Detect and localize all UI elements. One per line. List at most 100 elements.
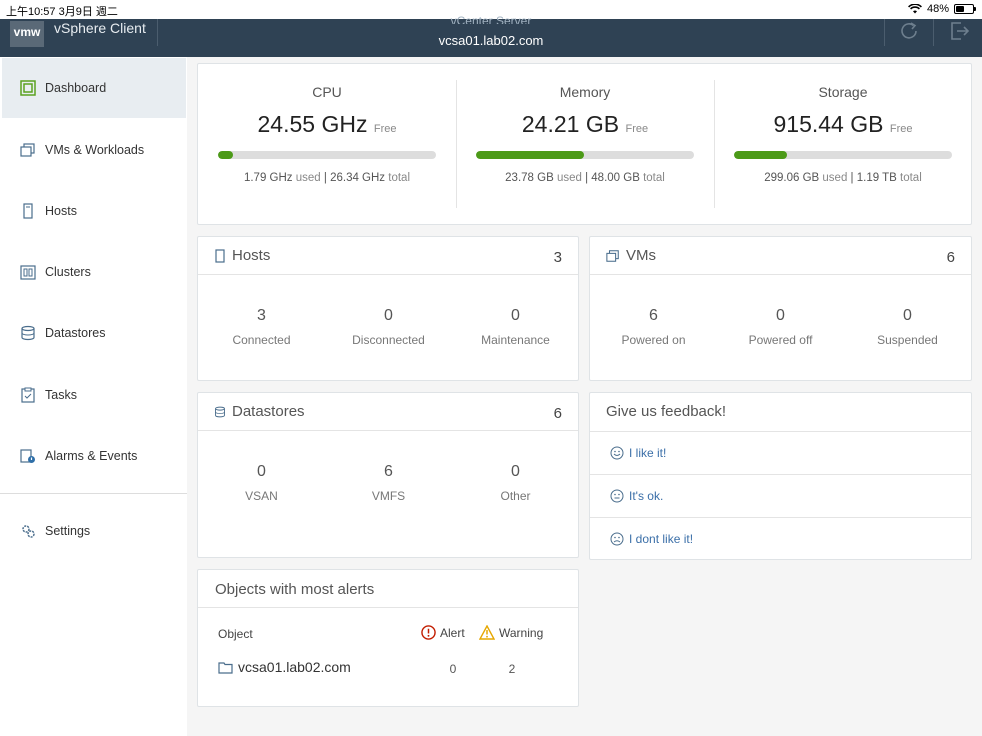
storage-total-value: 1.19 TB — [856, 172, 897, 184]
stat-label: Powered off — [748, 333, 813, 347]
sidebar-item-label: Tasks — [45, 388, 77, 402]
stat-value: 3 — [257, 307, 266, 324]
folder-icon — [218, 661, 233, 674]
column-object: Object — [218, 627, 253, 641]
stat-value: 6 — [384, 463, 393, 480]
vms-suspended-stat: 0 Suspended — [844, 307, 971, 347]
sidebar-item-dashboard[interactable]: Dashboard — [2, 58, 186, 118]
cpu-free-value: 24.55 GHz — [257, 111, 368, 137]
cpu-usage-bar — [218, 151, 436, 159]
cpu-total-label: total — [388, 172, 411, 184]
header-divider — [933, 19, 934, 46]
storage-free-value: 915.44 GB — [773, 111, 884, 137]
server-label: vCenter Server — [450, 14, 532, 24]
storage-resource: Storage 915.44 GB Free 299.06 GB used | … — [714, 64, 972, 224]
stat-label: VMFS — [371, 489, 406, 503]
stat-value: 0 — [511, 463, 520, 480]
vms-title: VMs — [626, 247, 656, 264]
sidebar-item-label: Datastores — [45, 326, 106, 340]
gear-icon — [20, 523, 36, 539]
neutral-face-icon — [610, 489, 624, 503]
memory-free-label: Free — [625, 123, 649, 135]
sidebar-item-settings[interactable]: Settings — [2, 501, 186, 561]
column-warning: Warning — [499, 625, 544, 640]
memory-resource: Memory 24.21 GB Free 23.78 GB used | 48.… — [456, 64, 714, 224]
vms-card[interactable]: VMs 6 6 Powered on 0 Powered off 0 Suspende… — [589, 236, 972, 381]
stat-label: Connected — [232, 333, 291, 347]
hosts-title: Hosts — [232, 247, 271, 264]
feedback-card: Give us feedback! I like it! It's ok. I … — [589, 392, 972, 560]
sidebar-item-tasks[interactable]: Tasks — [2, 365, 186, 425]
memory-usage-fill — [476, 151, 584, 159]
stat-value: 0 — [384, 307, 393, 324]
stat-label: Suspended — [877, 333, 938, 347]
sidebar-item-label: Alarms & Events — [45, 449, 138, 463]
sidebar-item-datastores[interactable]: Datastores — [2, 303, 186, 363]
sidebar-item-alarms-events[interactable]: Alarms & Events — [2, 426, 186, 486]
datastores-vmfs-stat: 6 VMFS — [325, 463, 452, 503]
app-header: vmw vSphere Client vCenter Server vcsa01… — [0, 14, 982, 57]
datastores-card[interactable]: Datastores 6 0 VSAN 6 VMFS 0 Other — [197, 392, 579, 558]
stat-label: Powered on — [621, 333, 686, 347]
sad-face-icon — [610, 532, 624, 546]
vms-powered-off-stat: 0 Powered off — [717, 307, 844, 347]
sidebar-item-hosts[interactable]: Hosts — [2, 181, 186, 241]
logout-icon[interactable] — [944, 19, 974, 43]
feedback-like-option[interactable]: I like it! — [590, 431, 971, 474]
host-icon — [20, 203, 36, 219]
alarm-icon — [20, 448, 36, 464]
vm-icon — [606, 249, 619, 262]
sidebar-item-label: Settings — [45, 524, 91, 538]
resources-card: CPU 24.55 GHz Free 1.79 GHz used | 26.34… — [197, 63, 972, 225]
feedback-dislike-option[interactable]: I dont like it! — [590, 517, 971, 560]
table-row[interactable]: vcsa01.lab02.com — [218, 659, 351, 675]
stat-value: 0 — [903, 307, 912, 324]
storage-used-value: 299.06 GB — [764, 172, 820, 184]
sidebar-item-vms-workloads[interactable]: VMs & Workloads — [2, 120, 186, 180]
cpu-resource: CPU 24.55 GHz Free 1.79 GHz used | 26.34… — [198, 64, 456, 224]
sidebar-item-label: Hosts — [45, 204, 77, 218]
memory-used-label: used — [556, 172, 582, 184]
server-host[interactable]: vcsa01.lab02.com — [0, 33, 982, 48]
alerts-card: Objects with most alerts Object Alert Wa… — [197, 569, 579, 707]
warning-count: 2 — [508, 662, 516, 676]
sidebar-divider — [0, 493, 187, 494]
refresh-icon[interactable] — [894, 19, 924, 43]
sidebar: Dashboard VMs & Workloads Hosts Clusters… — [0, 57, 187, 736]
stat-label: Maintenance — [481, 333, 550, 347]
memory-free-value: 24.21 GB — [521, 111, 620, 137]
stat-value: 0 — [511, 307, 520, 324]
storage-total-label: total — [900, 172, 922, 184]
feedback-ok-option[interactable]: It's ok. — [590, 474, 971, 517]
cpu-free-label: Free — [373, 123, 397, 135]
warning-icon — [479, 625, 495, 640]
datastore-icon — [20, 325, 36, 341]
alert-object-name: vcsa01.lab02.com — [238, 659, 351, 675]
storage-usage-bar — [734, 151, 952, 159]
datastores-title: Datastores — [232, 403, 305, 420]
hosts-card[interactable]: Hosts 3 3 Connected 0 Disconnected 0 Mainte… — [197, 236, 579, 381]
storage-free-label: Free — [889, 123, 913, 135]
feedback-option-label: It's ok. — [629, 489, 664, 503]
memory-total-label: total — [643, 172, 665, 184]
wifi-icon — [908, 4, 922, 14]
memory-used-value: 23.78 GB — [505, 172, 554, 184]
hosts-disconnected-stat: 0 Disconnected — [325, 307, 452, 347]
stat-value: 0 — [257, 463, 266, 480]
alert-icon — [421, 625, 436, 640]
hosts-connected-stat: 3 Connected — [198, 307, 325, 347]
memory-title: Memory — [559, 84, 611, 100]
stat-label: VSAN — [245, 489, 278, 503]
cpu-total-value: 26.34 GHz — [330, 172, 386, 184]
alerts-title: Objects with most alerts — [215, 581, 375, 598]
stat-value: 6 — [649, 307, 658, 324]
storage-title: Storage — [818, 84, 868, 100]
battery-icon — [954, 4, 976, 14]
header-divider — [884, 19, 885, 46]
cpu-title: CPU — [312, 84, 342, 100]
sidebar-item-clusters[interactable]: Clusters — [2, 242, 186, 302]
datastores-vsan-stat: 0 VSAN — [198, 463, 325, 503]
stat-label: Disconnected — [352, 333, 425, 347]
storage-usage-fill — [734, 151, 788, 159]
datastore-icon — [215, 406, 225, 417]
